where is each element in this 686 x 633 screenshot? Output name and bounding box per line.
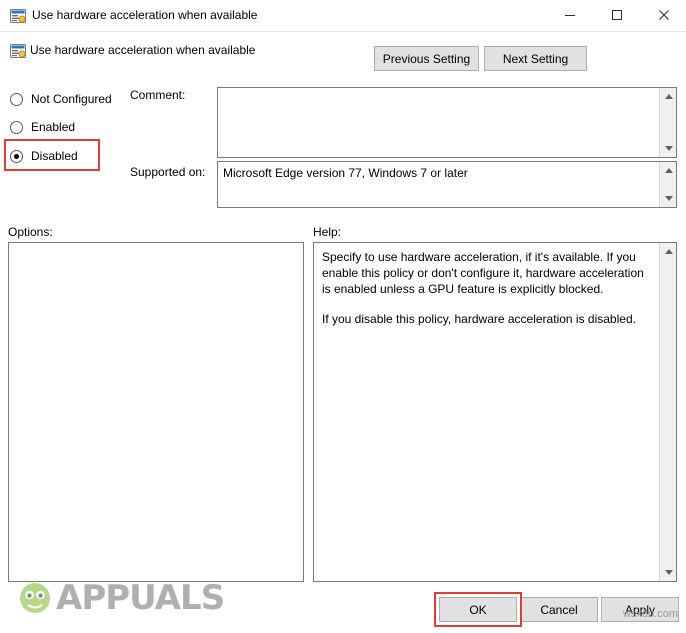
close-icon bbox=[658, 10, 669, 20]
comment-textbox[interactable] bbox=[217, 87, 677, 158]
scroll-down-icon[interactable] bbox=[660, 140, 677, 157]
scroll-up-icon[interactable] bbox=[660, 243, 677, 260]
radio-not-configured-indicator[interactable] bbox=[10, 92, 23, 106]
help-content: Specify to use hardware acceleration, if… bbox=[314, 243, 658, 581]
appuals-logo-icon bbox=[20, 583, 50, 613]
header-policy-icon bbox=[10, 43, 26, 59]
minimize-button[interactable] bbox=[547, 0, 592, 30]
help-pane[interactable]: Specify to use hardware acceleration, if… bbox=[313, 242, 677, 582]
scroll-down-icon[interactable] bbox=[660, 564, 677, 581]
comment-scrollbar[interactable] bbox=[659, 88, 676, 157]
radio-enabled-indicator[interactable] bbox=[10, 120, 23, 134]
scroll-up-icon[interactable] bbox=[660, 162, 677, 179]
help-label: Help: bbox=[313, 225, 342, 239]
cancel-button[interactable]: Cancel bbox=[520, 597, 598, 622]
comment-label: Comment: bbox=[130, 88, 186, 102]
scroll-down-icon[interactable] bbox=[660, 190, 677, 207]
radio-enabled-label: Enabled bbox=[31, 120, 76, 134]
maximize-button[interactable] bbox=[594, 0, 639, 30]
help-scrollbar[interactable] bbox=[659, 243, 676, 581]
comment-value[interactable] bbox=[218, 88, 658, 157]
options-content bbox=[9, 243, 285, 581]
radio-disabled-label: Disabled bbox=[31, 149, 78, 163]
options-pane[interactable] bbox=[8, 242, 304, 582]
help-paragraph-2: If you disable this policy, hardware acc… bbox=[322, 312, 636, 326]
radio-not-configured[interactable]: Not Configured bbox=[10, 90, 112, 108]
radio-disabled-indicator[interactable] bbox=[10, 149, 23, 163]
next-setting-button[interactable]: Next Setting bbox=[484, 46, 587, 71]
radio-not-configured-label: Not Configured bbox=[31, 92, 112, 106]
supported-on-scrollbar[interactable] bbox=[659, 162, 676, 207]
radio-enabled[interactable]: Enabled bbox=[10, 118, 75, 136]
appuals-watermark-text: APPUALS bbox=[56, 578, 225, 618]
previous-setting-button[interactable]: Previous Setting bbox=[374, 46, 479, 71]
options-label: Options: bbox=[8, 225, 53, 239]
ok-button[interactable]: OK bbox=[439, 597, 517, 622]
scroll-up-icon[interactable] bbox=[660, 88, 677, 105]
help-paragraph-1: Specify to use hardware acceleration, if… bbox=[322, 250, 644, 296]
close-button[interactable] bbox=[641, 0, 686, 30]
maximize-icon bbox=[611, 10, 622, 20]
minimize-icon bbox=[564, 15, 575, 16]
title-bar: Use hardware acceleration when available bbox=[0, 0, 686, 32]
policy-setting-icon bbox=[10, 8, 26, 24]
supported-on-label: Supported on: bbox=[130, 165, 206, 179]
setting-title: Use hardware acceleration when available bbox=[30, 43, 256, 57]
corner-watermark: wsxdn.com bbox=[622, 608, 678, 620]
supported-on-textbox[interactable]: Microsoft Edge version 77, Windows 7 or … bbox=[217, 161, 677, 208]
appuals-watermark: APPUALS bbox=[18, 578, 225, 618]
radio-disabled[interactable]: Disabled bbox=[10, 147, 78, 165]
window-title: Use hardware acceleration when available bbox=[32, 8, 258, 22]
supported-on-value: Microsoft Edge version 77, Windows 7 or … bbox=[223, 166, 468, 180]
